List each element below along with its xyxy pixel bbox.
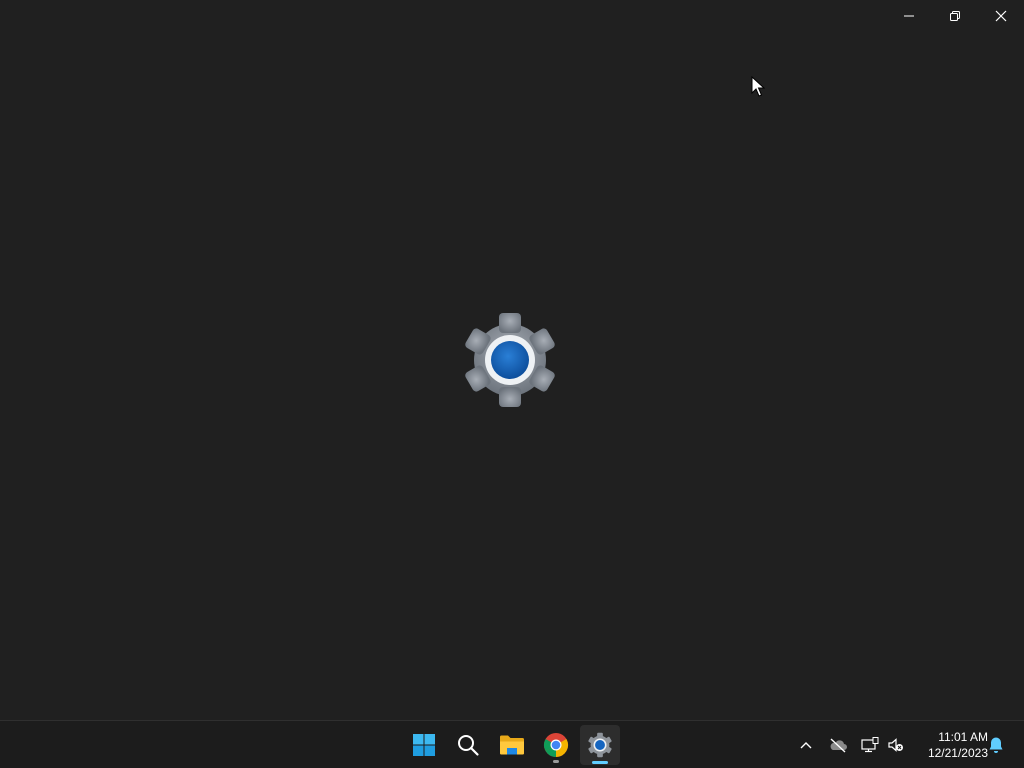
chrome-button[interactable] [536,725,576,765]
file-explorer-button[interactable] [492,725,532,765]
volume-button[interactable] [886,735,906,755]
chrome-icon [543,733,569,757]
network-button[interactable] [860,735,880,755]
chevron-up-icon [800,742,812,749]
close-button[interactable] [978,0,1024,32]
settings-app-window [0,0,1024,720]
settings-gear-icon [465,313,555,407]
onedrive-button[interactable] [828,735,848,755]
active-indicator [592,761,608,764]
windows-logo-icon [413,734,435,756]
minimize-icon [904,15,914,17]
onedrive-offline-icon [830,738,847,753]
close-icon [995,10,1007,22]
show-hidden-icons-button[interactable] [796,735,816,755]
clock-date: 12/21/2023 [927,746,988,760]
settings-taskbar-button[interactable] [580,725,620,765]
settings-gear-icon [588,732,612,758]
taskbar: 11:01 AM 12/21/2023 [0,720,1024,768]
volume-muted-icon [888,738,903,752]
restore-icon [950,11,960,21]
search-icon [458,735,479,756]
running-indicator [553,760,559,763]
taskbar-clock[interactable]: 11:01 AM 12/21/2023 [912,729,988,761]
network-icon [861,737,879,753]
minimize-button[interactable] [886,0,932,32]
folder-icon [500,735,524,755]
start-button[interactable] [404,725,444,765]
notification-center-button[interactable] [986,735,1006,755]
restore-button[interactable] [932,0,978,32]
mouse-cursor-icon [751,76,765,97]
search-button[interactable] [448,725,488,765]
notification-bell-icon [989,737,1003,753]
clock-time: 11:01 AM [938,730,988,744]
caption-buttons [886,0,1024,32]
